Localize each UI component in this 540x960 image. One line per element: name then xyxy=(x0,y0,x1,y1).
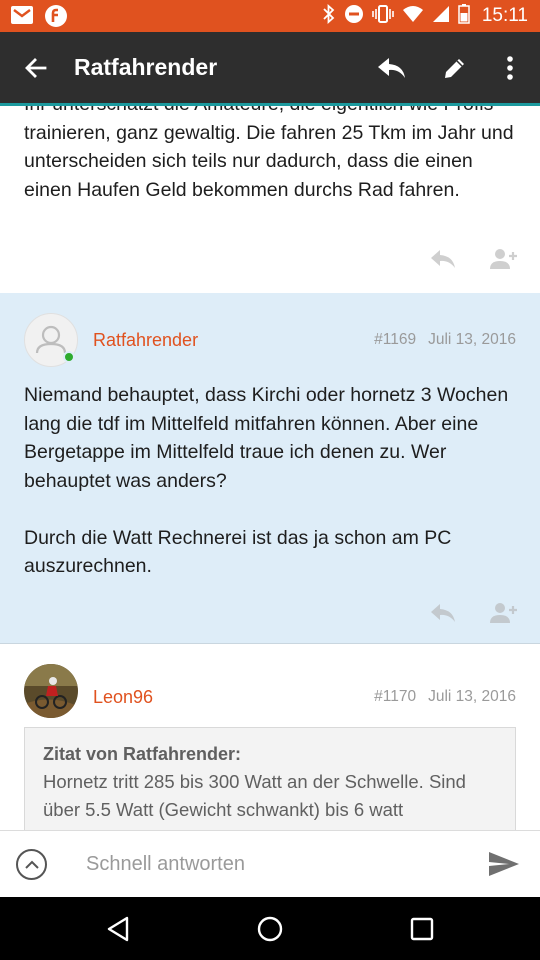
quote-reply-button[interactable] xyxy=(430,249,456,274)
arrow-back-icon xyxy=(25,58,47,78)
status-bar: 15:11 xyxy=(0,0,540,32)
nav-home-button[interactable] xyxy=(230,897,310,960)
quote-author: Zitat von Ratfahrender: xyxy=(43,744,242,764)
pencil-icon xyxy=(445,59,464,78)
nav-back-button[interactable] xyxy=(78,897,158,960)
reply-button[interactable] xyxy=(374,50,410,86)
post-date: Juli 13, 2016 xyxy=(428,688,516,705)
follow-user-button[interactable] xyxy=(490,602,518,629)
avatar[interactable] xyxy=(24,664,78,718)
quote-block: Zitat von Ratfahrender: Hornetz tritt 28… xyxy=(24,727,516,830)
post-date: Juli 13, 2016 xyxy=(428,331,516,348)
edit-button[interactable] xyxy=(437,50,473,86)
cell-signal-icon xyxy=(432,5,450,28)
quick-reply-bar xyxy=(0,830,540,897)
circle-home-icon xyxy=(257,916,283,941)
user-photo-icon xyxy=(24,664,78,718)
square-recents-icon xyxy=(410,917,434,940)
app-bar: Ratfahrender xyxy=(0,32,540,103)
post-body: Niemand behauptet, dass Kirchi oder horn… xyxy=(24,381,520,581)
vibrate-icon xyxy=(372,4,394,29)
person-add-icon xyxy=(490,249,517,269)
post-author[interactable]: Ratfahrender xyxy=(93,330,198,351)
triangle-back-icon xyxy=(107,916,129,941)
follow-user-button[interactable] xyxy=(490,248,518,275)
clock: 15:11 xyxy=(481,5,528,26)
post-paragraph: Durch die Watt Rechnerei ist das ja scho… xyxy=(24,526,452,578)
person-add-icon xyxy=(490,603,517,623)
reply-icon xyxy=(431,250,455,268)
system-navigation-bar xyxy=(0,897,540,960)
online-status-dot xyxy=(63,351,75,363)
send-button[interactable] xyxy=(488,851,520,882)
app-notification-icon xyxy=(44,4,68,33)
bluetooth-icon xyxy=(322,3,336,29)
reply-icon xyxy=(378,58,405,78)
more-vertical-icon xyxy=(507,56,513,80)
post-item-highlighted: Ratfahrender #1169 Juli 13, 2016 Niemand… xyxy=(0,293,540,644)
nav-recents-button[interactable] xyxy=(382,897,462,960)
post-author[interactable]: Leon96 xyxy=(93,687,153,708)
battery-icon xyxy=(458,3,470,29)
post-list[interactable]: Ihr unterschätzt die Amateure, die eigen… xyxy=(0,106,540,830)
post-number[interactable]: #1169 xyxy=(374,331,416,349)
post-body: Ihr unterschätzt die Amateure, die eigen… xyxy=(24,106,514,201)
post-item: Ihr unterschätzt die Amateure, die eigen… xyxy=(0,106,540,293)
quote-reply-button[interactable] xyxy=(430,603,456,628)
chevron-up-icon xyxy=(24,860,39,869)
quote-text: Hornetz tritt 285 bis 300 Watt an der Sc… xyxy=(43,771,466,820)
overflow-menu-button[interactable] xyxy=(492,50,528,86)
mail-notification-icon xyxy=(10,4,34,33)
thread-title: Ratfahrender xyxy=(74,54,218,80)
post-number[interactable]: #1170 xyxy=(374,688,416,706)
quick-reply-input[interactable] xyxy=(86,847,466,881)
expand-reply-button[interactable] xyxy=(16,849,47,880)
do-not-disturb-icon xyxy=(344,4,364,29)
post-paragraph: Niemand behauptet, dass Kirchi oder horn… xyxy=(24,384,509,492)
wifi-icon xyxy=(402,5,424,28)
send-icon xyxy=(489,852,519,876)
reply-icon xyxy=(431,604,455,622)
post-item: Leon96 #1170 Juli 13, 2016 Zitat von Rat… xyxy=(0,645,540,830)
back-button[interactable] xyxy=(18,50,54,86)
